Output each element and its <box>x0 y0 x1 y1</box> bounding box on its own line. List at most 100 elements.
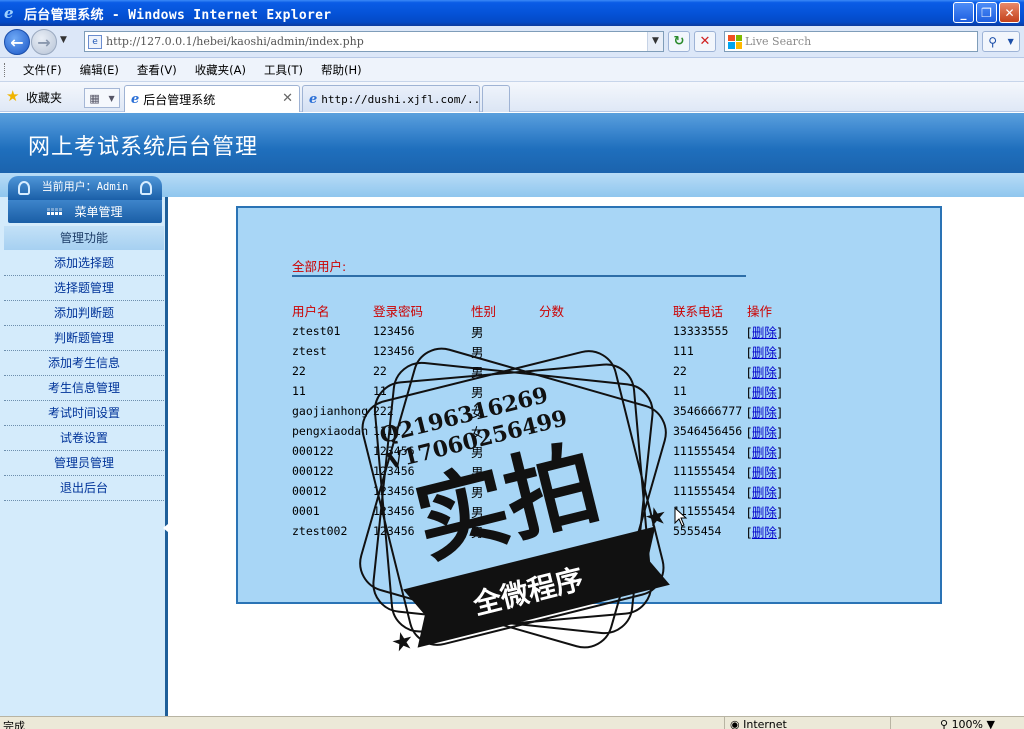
cell-sex: 女 <box>471 424 484 440</box>
sidebar-item-logout[interactable]: 退出后台 <box>4 476 164 501</box>
window-controls: _ ❐ ✕ <box>953 2 1020 23</box>
cell-password: 123456 <box>373 324 415 338</box>
delete-link[interactable]: 删除 <box>752 345 777 360</box>
sidebar-item-exam-time[interactable]: 考试时间设置 <box>4 401 164 426</box>
cell-password: 123456 <box>373 524 415 538</box>
sidebar-item-paper-settings[interactable]: 试卷设置 <box>4 426 164 451</box>
status-separator <box>724 717 725 729</box>
delete-link[interactable]: 删除 <box>752 525 777 540</box>
minimize-button[interactable]: _ <box>953 2 974 23</box>
sidebar-collapse-arrow-icon[interactable] <box>163 524 168 532</box>
zoom-dropdown-icon[interactable]: ▼ <box>987 718 995 729</box>
sidebar-section-title: 管理功能 <box>4 226 164 250</box>
cell-sex: 男 <box>471 444 484 460</box>
url-dropdown-icon[interactable]: ▼ <box>647 32 663 51</box>
column-header: 用户名 <box>292 303 330 319</box>
sidebar-item-add-truefalse[interactable]: 添加判断题 <box>4 301 164 326</box>
stop-button[interactable]: ✕ <box>694 31 716 52</box>
cell-sex: 男 <box>471 504 484 520</box>
search-input[interactable]: Live Search <box>724 31 978 52</box>
close-button[interactable]: ✕ <box>999 2 1020 23</box>
menu-view[interactable]: 查看(V) <box>128 62 186 78</box>
menu-favorites[interactable]: 收藏夹(A) <box>186 62 255 78</box>
sidebar-item-choice-manage[interactable]: 选择题管理 <box>4 276 164 301</box>
sidebar-item-add-student[interactable]: 添加考生信息 <box>4 351 164 376</box>
status-text: 完成 <box>3 720 25 729</box>
cell-username: 000122 <box>292 444 334 458</box>
delete-link[interactable]: 删除 <box>752 405 777 420</box>
bracket: ] <box>776 504 782 520</box>
cell-actions: [删除] <box>747 501 797 521</box>
bracket: ] <box>776 344 782 360</box>
cell-score <box>539 421 673 441</box>
sidebar-item-student-manage[interactable]: 考生信息管理 <box>4 376 164 401</box>
menu-tools[interactable]: 工具(T) <box>255 62 312 78</box>
binder-ring-icon <box>140 181 152 195</box>
delete-link[interactable]: 删除 <box>752 325 777 340</box>
quick-tabs-button[interactable]: ▦ ▼ <box>84 88 120 108</box>
table-row: gaojianhong 222 女 3546666777 [删除] <box>292 401 797 421</box>
cell-phone: 13333555 <box>673 324 729 338</box>
search-button[interactable]: ⚲ ▼ <box>982 31 1020 52</box>
favorites-star-icon[interactable]: ★ <box>6 88 19 104</box>
cell-score <box>539 501 673 521</box>
forward-button[interactable]: → <box>31 29 57 55</box>
users-heading: 全部用户: <box>292 259 347 274</box>
table-row: 11 11 男 11 [删除] <box>292 381 797 401</box>
delete-link[interactable]: 删除 <box>752 465 777 480</box>
favorites-button[interactable]: 收藏夹 <box>26 89 62 106</box>
search-options-icon[interactable]: ▼ <box>1008 37 1014 46</box>
menu-header-label: 菜单管理 <box>74 204 123 219</box>
cell-username: ztest <box>292 344 327 358</box>
bracket: ] <box>776 524 782 540</box>
refresh-button[interactable]: ↻ <box>668 31 690 52</box>
cell-sex: 男 <box>471 364 484 380</box>
cell-password: 123456 <box>373 464 415 478</box>
delete-link[interactable]: 删除 <box>752 485 777 500</box>
delete-link[interactable]: 删除 <box>752 385 777 400</box>
tab-ie-icon: e <box>131 91 140 107</box>
menu-file[interactable]: 文件(F) <box>14 62 71 78</box>
cell-phone: 3546456456 <box>673 424 743 438</box>
zoom-control[interactable]: ⚲ 100% ▼ <box>940 718 995 729</box>
star-icon: ★ <box>390 627 416 657</box>
cell-username: 000122 <box>292 464 334 478</box>
column-header: 操作 <box>747 303 773 319</box>
back-button[interactable]: ← <box>4 29 30 55</box>
cell-score <box>539 441 673 461</box>
tab-inactive[interactable]: e http://dushi.xjfl.com/... <box>302 85 487 112</box>
windows-live-icon <box>728 34 742 49</box>
address-field[interactable]: e http://127.0.0.1/hebei/kaoshi/admin/in… <box>84 31 664 52</box>
delete-link[interactable]: 删除 <box>752 505 777 520</box>
sidebar-item-admin-manage[interactable]: 管理员管理 <box>4 451 164 476</box>
tab-list-dropdown-icon[interactable]: ▼ <box>108 94 114 103</box>
table-row: pengxiaodan 1111 女 3546456456 [删除] <box>292 421 797 441</box>
history-dropdown-icon[interactable]: ▼ <box>60 35 67 45</box>
delete-link[interactable]: 删除 <box>752 425 777 440</box>
sidebar-item-add-choice[interactable]: 添加选择题 <box>4 251 164 276</box>
tab-active[interactable]: e 后台管理系统 ✕ <box>124 85 300 112</box>
security-zone-label: Internet <box>743 718 787 729</box>
security-zone[interactable]: ◉ Internet <box>730 718 787 729</box>
cell-username: 22 <box>292 364 306 378</box>
cell-sex: 男 <box>471 464 484 480</box>
cell-sex: 男 <box>471 384 484 400</box>
delete-link[interactable]: 删除 <box>752 445 777 460</box>
current-user-name: Admin <box>96 181 129 193</box>
current-user-tab: 当前用户：Admin <box>8 176 162 200</box>
cell-sex: 男 <box>471 344 484 360</box>
cell-actions: [删除] <box>747 421 797 441</box>
menu-edit[interactable]: 编辑(E) <box>71 62 128 78</box>
table-row: ztest002 123456 男 5555454 [删除] <box>292 521 797 541</box>
sidebar-item-truefalse-manage[interactable]: 判断题管理 <box>4 326 164 351</box>
tab-close-icon[interactable]: ✕ <box>282 91 293 106</box>
page-icon: e <box>88 34 102 49</box>
delete-link[interactable]: 删除 <box>752 365 777 380</box>
cell-phone: 3546666777 <box>673 404 743 418</box>
menu-help[interactable]: 帮助(H) <box>312 62 371 78</box>
cell-password: 123456 <box>373 444 415 458</box>
new-tab-button[interactable] <box>482 85 510 112</box>
url-text[interactable]: http://127.0.0.1/hebei/kaoshi/admin/inde… <box>106 35 364 48</box>
cell-username: ztest01 <box>292 324 341 338</box>
maximize-button[interactable]: ❐ <box>976 2 997 23</box>
